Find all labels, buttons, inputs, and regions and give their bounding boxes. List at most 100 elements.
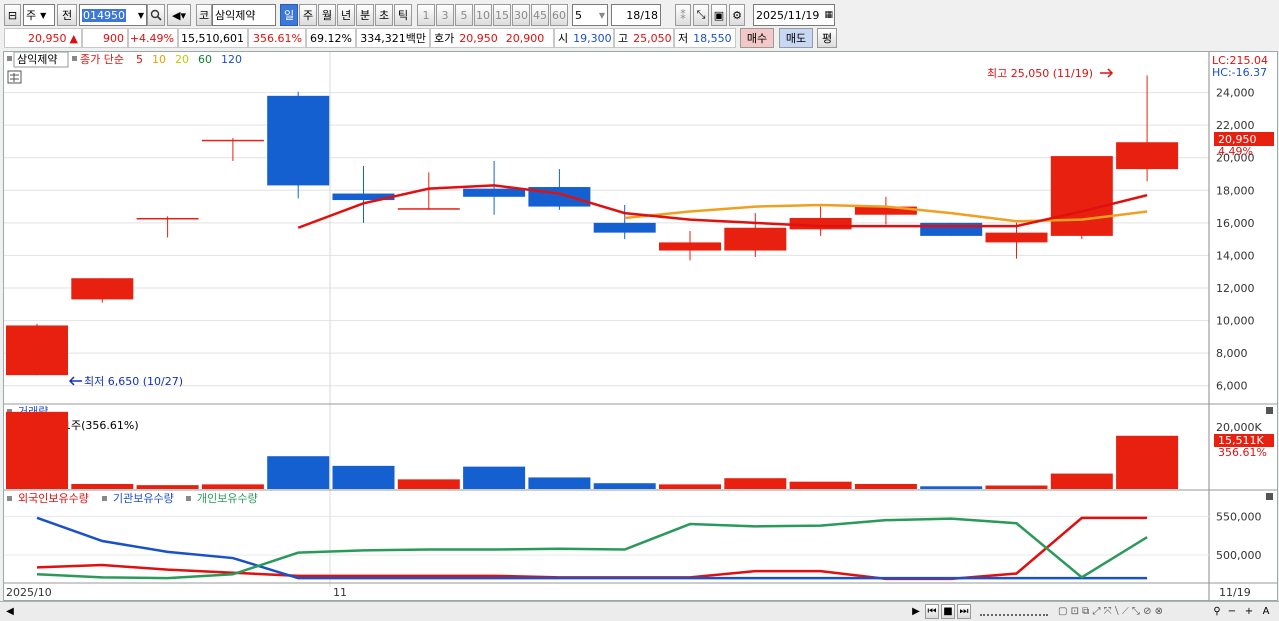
candle: [1116, 142, 1179, 170]
up-arrow-icon: ▲: [69, 31, 78, 45]
period-select-value: 주: [26, 9, 37, 22]
candle: [724, 227, 787, 251]
tab-period-5[interactable]: 초: [375, 4, 393, 26]
candle: [136, 217, 199, 220]
zoom-icon[interactable]: ⚲: [1210, 604, 1224, 619]
period-tabs: 일주월년분초틱: [280, 4, 415, 26]
current-price: 20,950: [28, 31, 67, 45]
volume-bar: [332, 465, 395, 489]
legend-ma-60: 60: [198, 53, 212, 66]
volume-bar: [201, 484, 264, 489]
high-annotation: 최고 25,050 (11/19): [987, 67, 1093, 80]
date-input[interactable]: 2025/11/19 ▦: [753, 4, 835, 26]
interval-button-5[interactable]: 5: [455, 4, 473, 26]
volume-bar: [71, 483, 134, 489]
calendar-icon: ▦: [824, 10, 833, 20]
crosshair-icon[interactable]: ⤡: [693, 4, 709, 26]
first-icon[interactable]: ⏮: [925, 604, 939, 619]
interval-input[interactable]: 5 ▼: [572, 4, 608, 26]
tab-period-6[interactable]: 틱: [394, 4, 412, 26]
y-tick-label: 14,000: [1216, 249, 1255, 262]
bottom-toolbar: ◀ ▶ ⏮ ■ ⏭ ▢ ⊡ ⧉ ⤢ ⤧ ⧹ ⟋ ⤡ ⊘ ⊗ ⚲ − + A: [0, 601, 1279, 621]
x-tick-label: 11/19: [1219, 586, 1251, 599]
chart-panel[interactable]: 24,000 22,000 20,000 18,000 16,000 14,000 12,0…: [3, 51, 1278, 601]
candle: [1050, 156, 1113, 236]
volume-bar: [397, 479, 460, 489]
hoga-label: 호가: [434, 32, 455, 45]
volume-bar: [528, 477, 591, 489]
arrow-left-icon: [68, 376, 82, 386]
font-icon[interactable]: A: [1259, 604, 1273, 619]
speaker-icon[interactable]: ◀▾: [167, 4, 191, 26]
tab-period-4[interactable]: 분: [356, 4, 374, 26]
volume-value: 15,510,601: [178, 28, 248, 48]
tab-period-0[interactable]: 일: [280, 4, 298, 26]
plus-icon[interactable]: +: [1243, 604, 1255, 619]
scroll-left-icon[interactable]: ◀: [4, 604, 16, 619]
hc-label: HC:-16.37: [1212, 66, 1267, 79]
y-tick-label: 10,000: [1216, 315, 1255, 328]
count-field[interactable]: 18/18: [611, 4, 661, 26]
legend-price-label: 종가 단순: [80, 53, 124, 66]
prev-button[interactable]: 전: [57, 4, 77, 26]
x-tick-label: 11: [333, 586, 347, 599]
volume-bar: [1116, 435, 1179, 489]
volume-bar: [920, 486, 983, 489]
compare-icon[interactable]: ⁑: [675, 4, 691, 26]
stock-name-field[interactable]: 삼익제약: [212, 4, 276, 26]
open-price: 19,300: [573, 31, 612, 45]
chart-canvas[interactable]: 24,00022,00020,00018,00016,00014,00012,0…: [4, 51, 1277, 600]
interval-button-3[interactable]: 3: [436, 4, 454, 26]
legend-marker: [7, 56, 12, 61]
interval-button-60[interactable]: 60: [550, 4, 568, 26]
holdings-legend-0: 외국인보유수량: [18, 492, 89, 505]
pct-tag-text: 4.49%: [1218, 145, 1253, 158]
candle: [593, 222, 656, 233]
low-price: 18,550: [693, 31, 732, 45]
tab-period-1[interactable]: 주: [299, 4, 317, 26]
volume-tag-pct: 356.61%: [1218, 446, 1267, 459]
stop-icon[interactable]: ■: [941, 604, 955, 619]
tab-period-2[interactable]: 월: [318, 4, 336, 26]
interval-button-45[interactable]: 45: [531, 4, 549, 26]
y-tick-label: 8,000: [1216, 347, 1248, 360]
volume-bar: [267, 456, 330, 489]
legend-ma-120: 120: [221, 53, 242, 66]
drawing-tools[interactable]: ▢ ⊡ ⧉ ⤢ ⤧ ⧹ ⟋ ⤡ ⊘ ⊗: [1058, 604, 1218, 619]
y-tick-label: 24,000: [1216, 87, 1255, 100]
high-cell: 고 25,050: [614, 28, 674, 48]
eval-button[interactable]: 평: [817, 28, 837, 48]
hoga-cell: 호가 20,950 20,900: [430, 28, 554, 48]
period-select[interactable]: 주 ▼: [23, 4, 55, 26]
interval-value: 5: [575, 8, 582, 22]
save-icon[interactable]: ▣: [711, 4, 727, 26]
tab-period-3[interactable]: 년: [337, 4, 355, 26]
search-icon[interactable]: [147, 4, 165, 26]
close-icon[interactable]: [1266, 493, 1273, 500]
interval-button-1[interactable]: 1: [417, 4, 435, 26]
last-icon[interactable]: ⏭: [957, 604, 971, 619]
change-value: 900: [82, 28, 128, 48]
buy-button[interactable]: 매수: [740, 28, 774, 48]
sell-button[interactable]: 매도: [779, 28, 813, 48]
interval-button-15[interactable]: 15: [493, 4, 511, 26]
interval-button-10[interactable]: 10: [474, 4, 492, 26]
code-input[interactable]: 014950 ▼: [79, 4, 147, 26]
arrow-right-icon: [1100, 68, 1114, 78]
minus-icon[interactable]: −: [1226, 604, 1238, 619]
legend-ma-5: 5: [136, 53, 143, 66]
layout-icon[interactable]: ⊟: [4, 4, 21, 26]
legend-marker: [7, 496, 12, 501]
price-cell: 20,950 ▲: [4, 28, 82, 48]
y-tick-label: 12,000: [1216, 282, 1255, 295]
quote-bar: 20,950 ▲ 900 +4.49% 15,510,601 356.61% 6…: [0, 28, 1279, 49]
scroll-right-icon[interactable]: ▶: [910, 604, 922, 619]
candle: [463, 188, 526, 197]
holdings-y-tick: 500,000: [1216, 549, 1262, 562]
volume-bar: [6, 411, 68, 489]
close-icon[interactable]: [1266, 407, 1273, 414]
gear-icon[interactable]: ⚙: [729, 4, 745, 26]
zoom-slider[interactable]: [980, 608, 1048, 616]
holdings-line-2: [36, 517, 1148, 580]
interval-button-30[interactable]: 30: [512, 4, 530, 26]
